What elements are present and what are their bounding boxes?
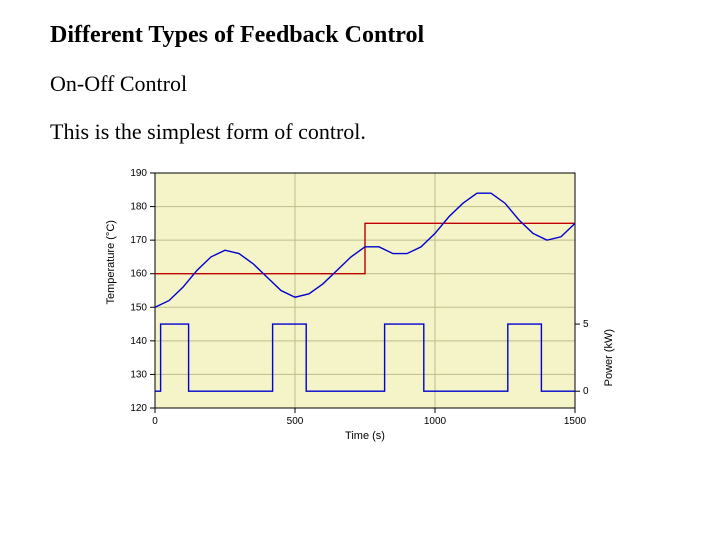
y-axis-right-label: Power (kW): [603, 329, 615, 386]
svg-text:190: 190: [130, 168, 147, 179]
svg-text:160: 160: [130, 269, 147, 280]
svg-text:500: 500: [287, 416, 304, 427]
feedback-chart: 0 500 1000 1500 120 130 140 150 160 170 180 190 0 5 Ti…: [100, 163, 620, 443]
chart: 0 500 1000 1500 120 130 140 150 160 170 180 190 0 5 Ti…: [100, 163, 620, 448]
section-title: On-Off Control: [50, 71, 670, 97]
svg-text:150: 150: [130, 302, 147, 313]
svg-text:180: 180: [130, 202, 147, 213]
svg-text:130: 130: [130, 369, 147, 380]
svg-text:0: 0: [583, 386, 589, 397]
y-axis-left-label: Temperature (°C): [105, 220, 117, 304]
x-axis-label: Time (s): [345, 430, 385, 442]
svg-text:170: 170: [130, 235, 147, 246]
svg-text:5: 5: [583, 319, 589, 330]
body-text: This is the simplest form of control.: [50, 119, 670, 145]
svg-text:0: 0: [152, 416, 158, 427]
svg-text:1500: 1500: [564, 416, 587, 427]
svg-text:140: 140: [130, 336, 147, 347]
svg-text:1000: 1000: [424, 416, 447, 427]
page-title: Different Types of Feedback Control: [50, 22, 670, 49]
svg-text:120: 120: [130, 403, 147, 414]
